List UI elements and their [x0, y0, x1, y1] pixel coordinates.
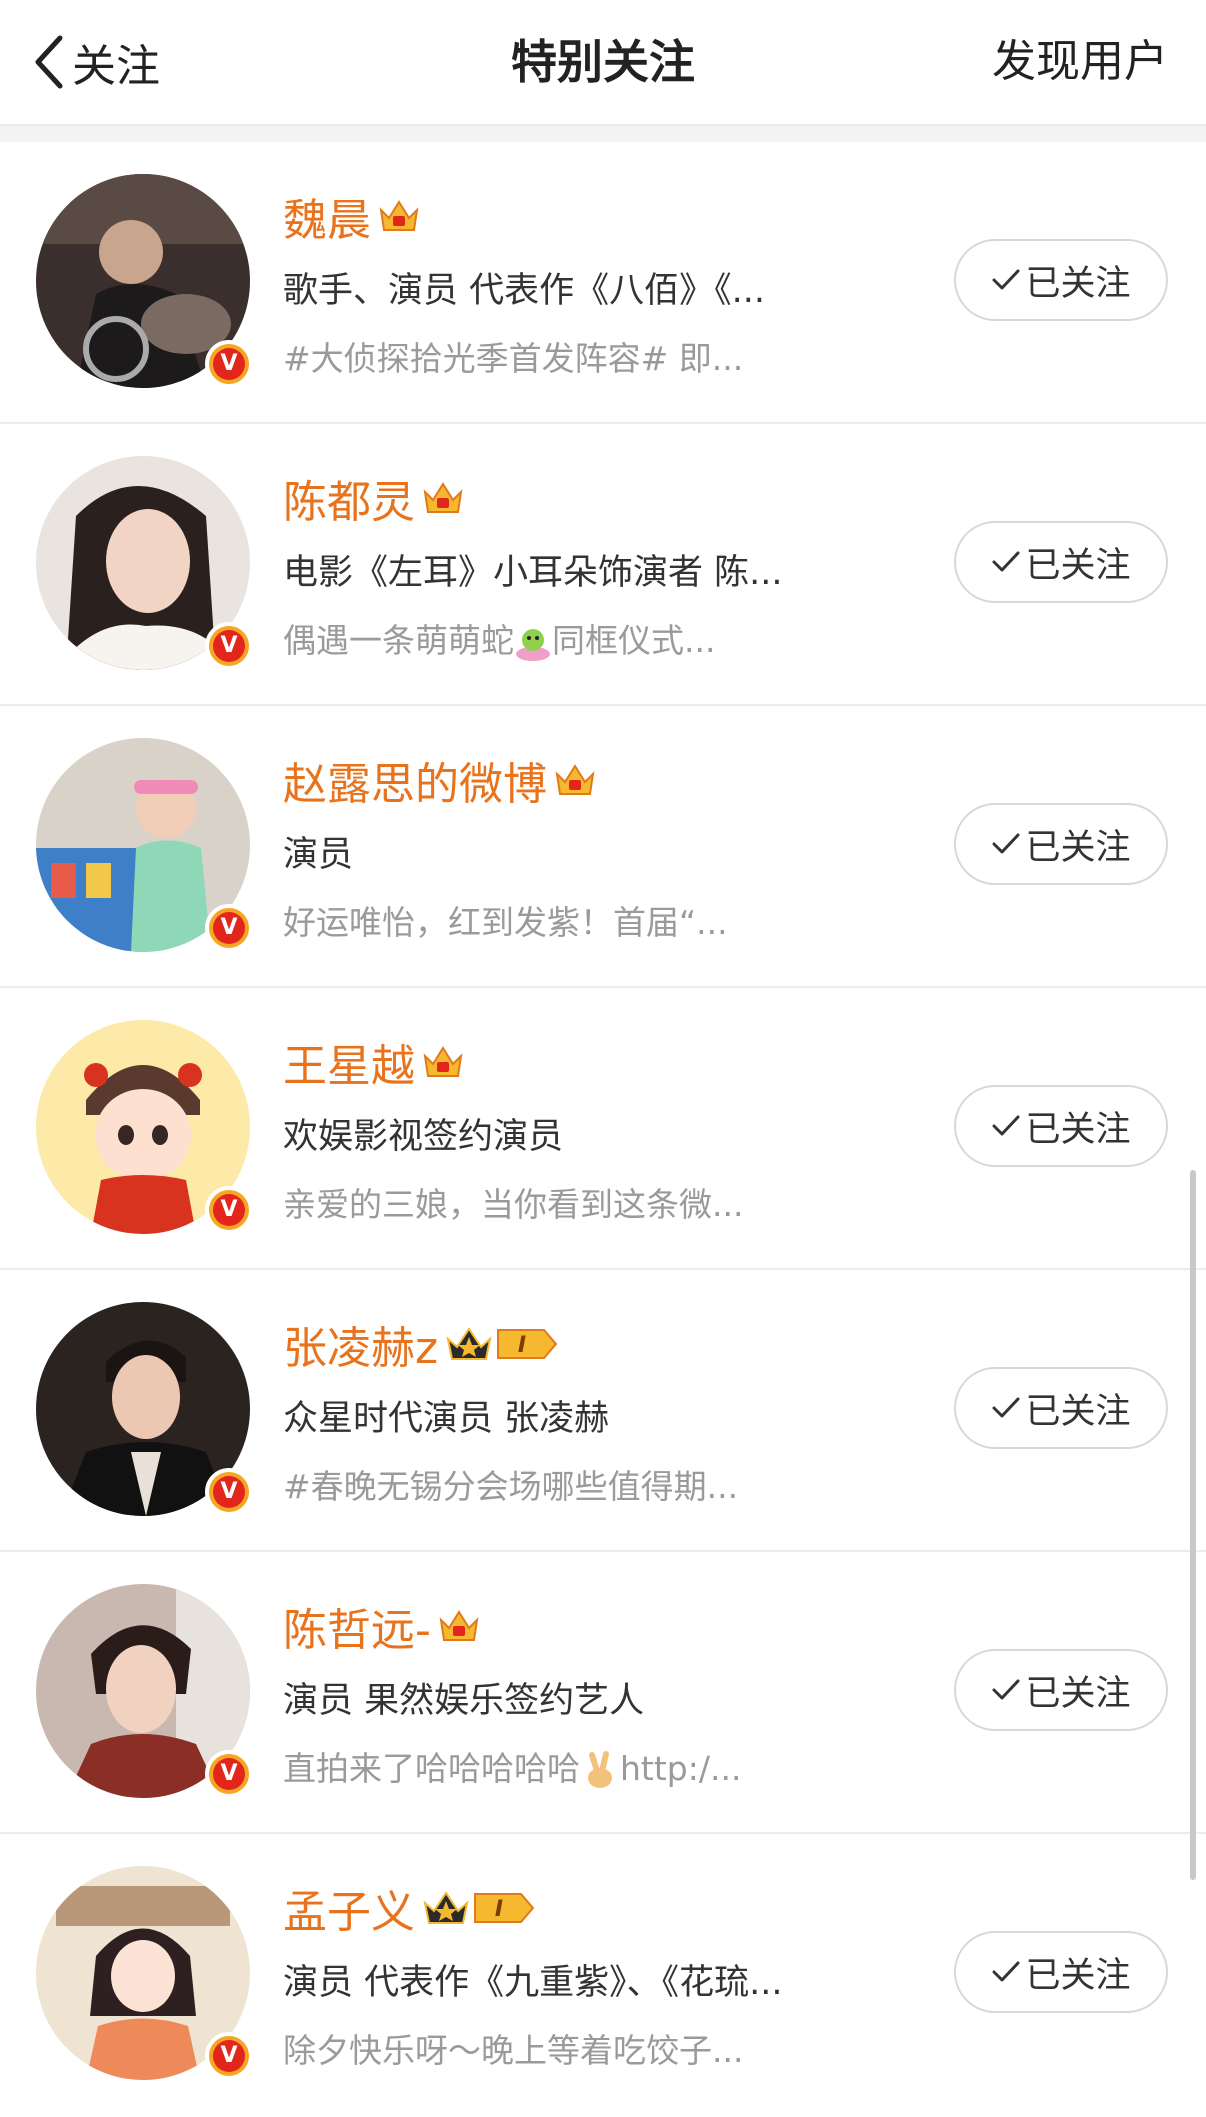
- checkmark-icon: [992, 1115, 1020, 1136]
- crown-icon: [379, 200, 419, 231]
- following-button[interactable]: 已关注: [954, 239, 1168, 321]
- user-name[interactable]: 魏晨: [283, 184, 371, 248]
- user-row[interactable]: V 王星越 欢娱影视签约演员 亲爱的三娘，当你看到这条微... 已关注: [0, 988, 1206, 1270]
- user-name[interactable]: 王星越: [283, 1030, 415, 1094]
- latest-post[interactable]: 偶遇一条萌萌蛇 同框仪式...: [283, 614, 715, 662]
- user-row[interactable]: V 陈都灵 电影《左耳》小耳朵饰演者 陈... 偶遇一条萌萌蛇 同框仪式... 已…: [0, 424, 1206, 706]
- verified-badge-icon: V: [205, 1750, 253, 1798]
- user-name[interactable]: 陈哲远-: [283, 1594, 431, 1658]
- latest-post[interactable]: 直拍来了哈哈哈哈哈 http:/...: [283, 1742, 741, 1791]
- post-text: 直拍来了哈哈哈哈哈: [283, 1749, 580, 1788]
- following-label: 已关注: [1025, 1955, 1131, 1996]
- level-crown-icon: [423, 1891, 469, 1924]
- user-row[interactable]: V 张凌赫z I 众星时代演员 张凌赫 #春晚无锡分会场哪些值得期... 已关注: [0, 1270, 1206, 1552]
- user-description: 演员 代表作《九重紫》、《花琉...: [283, 1963, 783, 2003]
- latest-post[interactable]: #大侦探拾光季首发阵容# 即...: [283, 332, 743, 380]
- following-button[interactable]: 已关注: [954, 1649, 1168, 1731]
- level-text: I: [495, 1897, 503, 1922]
- user-name[interactable]: 张凌赫z: [283, 1312, 438, 1376]
- user-row[interactable]: V 孟子义 I 演员 代表作《九重紫》、《花琉... 除夕快乐呀～晚上等着吃饺子…: [0, 1834, 1206, 2116]
- following-label: 已关注: [1025, 263, 1131, 304]
- user-description: 歌手、演员 代表作《八佰》《...: [283, 271, 766, 311]
- checkmark-icon: [992, 1679, 1020, 1700]
- checkmark-icon: [992, 1961, 1020, 1982]
- verified-badge-icon: V: [205, 2032, 253, 2080]
- scrollbar[interactable]: [1190, 1170, 1196, 1880]
- level-badge-icon: I: [474, 1893, 535, 1923]
- verified-badge-icon: V: [205, 1468, 253, 1516]
- following-label: 已关注: [1025, 1109, 1131, 1150]
- crown-icon: [423, 1046, 463, 1077]
- user-row[interactable]: V 陈哲远- 演员 果然娱乐签约艺人 直拍来了哈哈哈哈哈 http:/... 已关…: [0, 1552, 1206, 1834]
- header-separator: [0, 126, 1206, 142]
- following-label: 已关注: [1025, 1391, 1131, 1432]
- checkmark-icon: [992, 551, 1020, 572]
- latest-post[interactable]: 亲爱的三娘，当你看到这条微...: [283, 1178, 743, 1226]
- following-button[interactable]: 已关注: [954, 803, 1168, 885]
- crown-icon: [423, 482, 463, 513]
- user-description: 电影《左耳》小耳朵饰演者 陈...: [283, 553, 783, 593]
- following-button[interactable]: 已关注: [954, 1931, 1168, 2013]
- latest-post[interactable]: #春晚无锡分会场哪些值得期...: [283, 1460, 738, 1508]
- verified-badge-icon: V: [205, 904, 253, 952]
- special-follow-list: V 魏晨 歌手、演员 代表作《八佰》《... #大侦探拾光季首发阵容# 即...…: [0, 142, 1206, 2116]
- checkmark-icon: [992, 833, 1020, 854]
- verified-badge-icon: V: [205, 1186, 253, 1234]
- snake-emoji: [516, 628, 550, 661]
- following-button[interactable]: 已关注: [954, 521, 1168, 603]
- following-button[interactable]: 已关注: [954, 1367, 1168, 1449]
- latest-post[interactable]: 好运唯怡，红到发紫！首届“...: [283, 896, 728, 944]
- user-name[interactable]: 陈都灵: [283, 466, 415, 530]
- following-label: 已关注: [1025, 545, 1131, 586]
- level-text: I: [518, 1333, 526, 1358]
- user-description: 众星时代演员 张凌赫: [283, 1399, 610, 1439]
- user-row[interactable]: V 赵露思的微博 演员 好运唯怡，红到发紫！首届“... 已关注: [0, 706, 1206, 988]
- top-navigation-bar: 关注 特别关注 发现用户: [0, 0, 1206, 126]
- post-text-suffix: http:/...: [620, 1749, 742, 1788]
- user-name[interactable]: 孟子义: [283, 1876, 415, 1940]
- following-label: 已关注: [1025, 827, 1131, 868]
- latest-post[interactable]: 除夕快乐呀～晚上等着吃饺子...: [283, 2024, 743, 2072]
- checkmark-icon: [992, 1397, 1020, 1418]
- discover-users-button[interactable]: 发现用户: [992, 28, 1168, 96]
- verified-badge-icon: V: [205, 340, 253, 388]
- level-badge-icon: I: [497, 1329, 558, 1359]
- following-label: 已关注: [1025, 1673, 1131, 1714]
- level-crown-icon: [446, 1327, 492, 1360]
- post-text: 偶遇一条萌萌蛇: [283, 621, 514, 660]
- following-button[interactable]: 已关注: [954, 1085, 1168, 1167]
- post-text-suffix: 同框仪式...: [552, 621, 716, 660]
- crown-icon: [439, 1610, 479, 1641]
- user-description: 欢娱影视签约演员: [283, 1117, 564, 1157]
- victory-hand-emoji: [588, 1750, 612, 1788]
- verified-badge-icon: V: [205, 622, 253, 670]
- user-description: 演员 果然娱乐签约艺人: [283, 1681, 645, 1721]
- checkmark-icon: [992, 269, 1020, 290]
- user-row[interactable]: V 魏晨 歌手、演员 代表作《八佰》《... #大侦探拾光季首发阵容# 即...…: [0, 142, 1206, 424]
- crown-icon: [555, 764, 595, 795]
- user-name[interactable]: 赵露思的微博: [283, 748, 547, 812]
- user-description: 演员: [283, 835, 354, 875]
